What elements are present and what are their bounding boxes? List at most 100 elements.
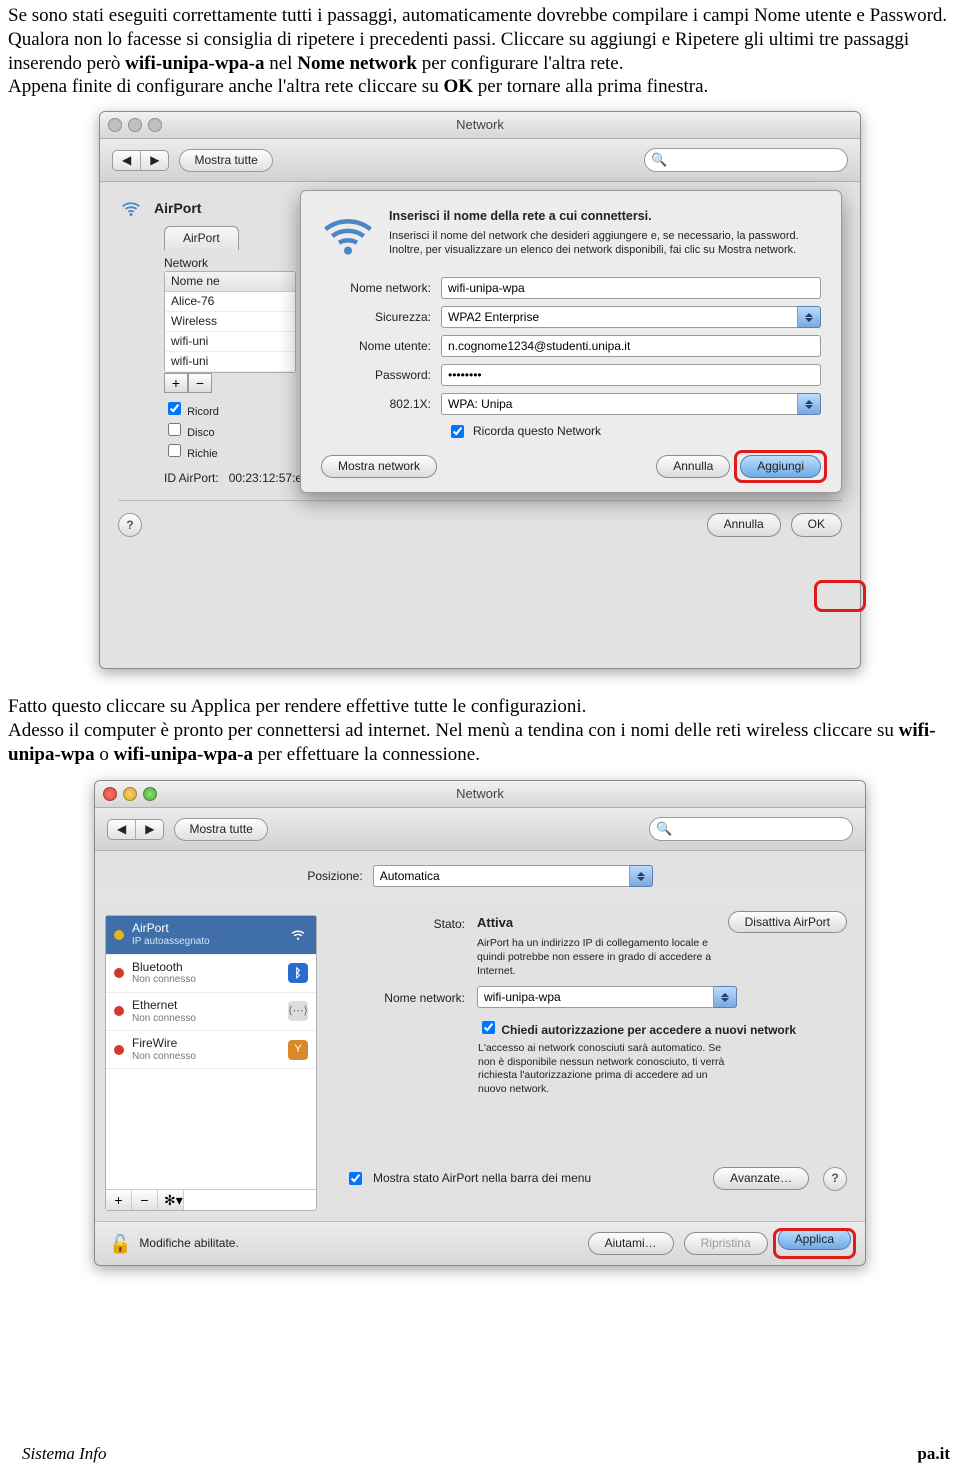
8021x-select[interactable] — [441, 393, 798, 415]
wifi-icon — [288, 925, 308, 945]
minimize-icon[interactable] — [128, 118, 142, 132]
chk-disco[interactable] — [168, 423, 181, 436]
sheet-subtext: Inserisci il nome del network che deside… — [389, 229, 821, 259]
p2a: Appena finite di configurare anche l'alt… — [8, 76, 443, 97]
lock-text: Modifiche abilitate. — [139, 1236, 238, 1251]
p2-bold: OK — [443, 76, 473, 97]
tab-airport[interactable]: AirPort — [164, 226, 239, 250]
forward-icon[interactable]: ▶ — [141, 151, 168, 170]
p1-bold1: wifi-unipa-wpa-a — [125, 53, 264, 74]
wifi-large-icon — [321, 209, 375, 267]
window1-titlebar: Network — [100, 112, 860, 139]
search-input[interactable]: 🔍 — [644, 148, 848, 172]
remember-network-label: Ricorda questo Network — [473, 424, 601, 439]
status-dot-icon — [114, 968, 124, 978]
service-list: AirPortIP autoassegnato BluetoothNon con… — [105, 915, 317, 1211]
show-all-button[interactable]: Mostra tutte — [174, 818, 267, 841]
label-password: Password: — [321, 368, 431, 383]
network-name-select[interactable] — [477, 986, 714, 1008]
show-network-button[interactable]: Mostra network — [321, 455, 437, 478]
chevron-updown-icon[interactable] — [798, 393, 821, 415]
status-dot-icon — [114, 1006, 124, 1016]
advanced-button[interactable]: Avanzate… — [713, 1167, 809, 1190]
cancel-button[interactable]: Annulla — [707, 513, 781, 537]
close-icon[interactable] — [108, 118, 122, 132]
highlight-box-applica — [773, 1228, 856, 1259]
chevron-updown-icon[interactable] — [714, 986, 737, 1008]
service-airport[interactable]: AirPortIP autoassegnato — [106, 916, 316, 954]
zoom-icon[interactable] — [143, 787, 157, 801]
sheet-heading: Inserisci il nome della rete a cui conne… — [389, 209, 821, 225]
firewire-icon: Y — [288, 1040, 308, 1060]
disable-airport-button[interactable]: Disattiva AirPort — [728, 911, 847, 933]
service-actions-button[interactable]: ✻▾ — [158, 1190, 184, 1210]
zoom-icon[interactable] — [148, 118, 162, 132]
window2-titlebar: Network — [95, 781, 865, 808]
service-firewire[interactable]: FireWireNon connesso Y — [106, 1031, 316, 1069]
sheet-cancel-button[interactable]: Annulla — [656, 455, 730, 478]
lock-icon[interactable]: 🔓 — [109, 1233, 131, 1256]
network-window-2: Network ◀▶ Mostra tutte 🔍 Posizione: Air… — [94, 780, 866, 1266]
service-bluetooth[interactable]: BluetoothNon connesso ᛒ — [106, 955, 316, 993]
network-row[interactable]: wifi-uni — [165, 332, 295, 352]
remember-network-checkbox[interactable] — [451, 425, 464, 438]
add-network-button[interactable]: + — [164, 373, 188, 393]
highlight-box-edge — [814, 580, 866, 612]
p1c: per configurare l'altra rete. — [422, 53, 624, 74]
service-ethernet[interactable]: EthernetNon connesso ⟨⋯⟩ — [106, 993, 316, 1031]
stato-label: Stato: — [345, 915, 465, 932]
airport-label: AirPort — [154, 200, 201, 218]
remove-network-button[interactable]: − — [188, 373, 212, 393]
chevron-updown-icon[interactable] — [798, 306, 821, 328]
back-icon[interactable]: ◀ — [113, 151, 140, 170]
label-username: Nome utente: — [321, 339, 431, 354]
security-select[interactable] — [441, 306, 798, 328]
p4-bold2: wifi-unipa-wpa-a — [114, 744, 253, 765]
p4c: per effettuare la connessione. — [258, 744, 480, 765]
footer-right: pa.it — [917, 1443, 950, 1464]
help-button[interactable]: ? — [118, 513, 142, 537]
search-input[interactable]: 🔍 — [649, 817, 853, 841]
back-icon[interactable]: ◀ — [108, 820, 135, 839]
remove-service-button[interactable]: − — [132, 1190, 158, 1210]
footer-left: Sistema Info — [22, 1443, 107, 1464]
ethernet-icon: ⟨⋯⟩ — [288, 1001, 308, 1021]
network-name-input[interactable] — [441, 277, 821, 299]
chk-richie[interactable] — [168, 444, 181, 457]
nav-back-forward[interactable]: ◀▶ — [107, 819, 164, 840]
network-list: Nome ne Alice-76 Wireless wifi-uni wifi-… — [164, 271, 296, 373]
airport-id-label: ID AirPort: — [164, 471, 219, 485]
p3: Fatto questo cliccare su Applica per ren… — [8, 696, 586, 717]
label-security: Sicurezza: — [321, 310, 431, 325]
add-service-button[interactable]: + — [106, 1190, 132, 1210]
network-name-label: Nome network: — [345, 989, 465, 1006]
position-select[interactable] — [373, 865, 630, 887]
chk-remember[interactable] — [168, 402, 181, 415]
network-row[interactable]: Alice-76 — [165, 292, 295, 312]
p4b: o — [99, 744, 113, 765]
search-icon: 🔍 — [651, 152, 667, 168]
password-input[interactable] — [441, 364, 821, 386]
position-label: Posizione: — [307, 869, 362, 884]
ok-button[interactable]: OK — [791, 513, 842, 537]
network-row[interactable]: Wireless — [165, 312, 295, 332]
label-8021x: 802.1X: — [321, 397, 431, 412]
close-icon[interactable] — [103, 787, 117, 801]
network-row[interactable]: wifi-uni — [165, 352, 295, 372]
bluetooth-icon: ᛒ — [288, 963, 308, 983]
chevron-updown-icon[interactable] — [630, 865, 653, 887]
p4a: Adesso il computer è pronto per connette… — [8, 720, 899, 741]
minimize-icon[interactable] — [123, 787, 137, 801]
revert-button[interactable]: Ripristina — [684, 1232, 768, 1255]
username-input[interactable] — [441, 335, 821, 357]
help-me-button[interactable]: Aiutami… — [588, 1232, 674, 1255]
help-button[interactable]: ? — [823, 1167, 847, 1191]
show-menu-checkbox[interactable] — [349, 1172, 362, 1185]
network-list-header: Nome ne — [165, 272, 295, 292]
join-network-sheet: Inserisci il nome della rete a cui conne… — [300, 190, 842, 493]
show-all-button[interactable]: Mostra tutte — [179, 149, 272, 172]
forward-icon[interactable]: ▶ — [136, 820, 163, 839]
show-menu-label: Mostra stato AirPort nella barra dei men… — [373, 1171, 591, 1186]
nav-back-forward[interactable]: ◀ ▶ — [112, 150, 169, 171]
ask-auth-checkbox[interactable] — [482, 1021, 495, 1034]
